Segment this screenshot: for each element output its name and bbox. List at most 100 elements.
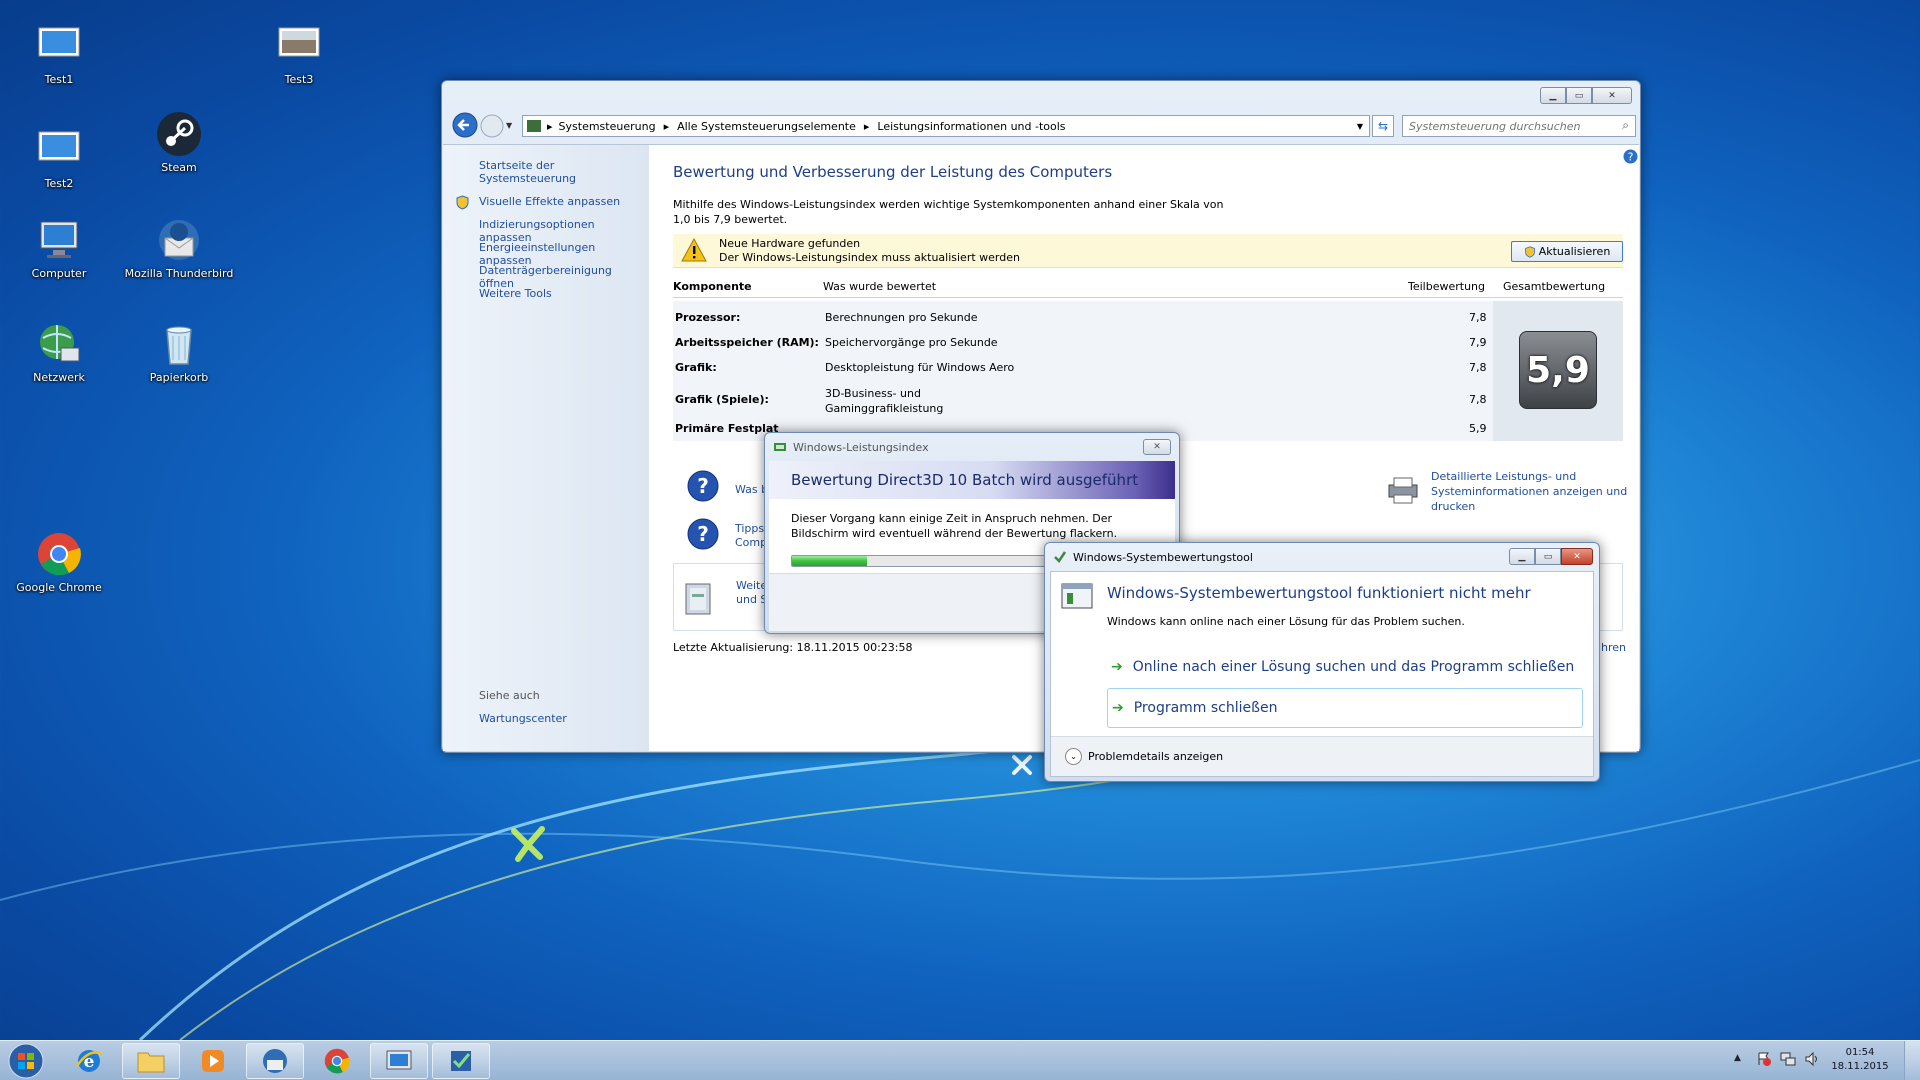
taskbar-explorer-button[interactable] — [122, 1043, 180, 1079]
crash-minimize-button[interactable]: ▁ — [1509, 548, 1535, 565]
windows-logo-icon — [8, 1043, 44, 1079]
steam-icon — [155, 110, 203, 158]
maximize-button[interactable]: ▭ — [1566, 87, 1592, 104]
desktop-icon-label: Netzwerk — [33, 371, 85, 384]
green-arrow-icon: ➔ — [1111, 659, 1123, 675]
show-hidden-icons-button[interactable]: ▲ — [1734, 1053, 1741, 1063]
option-close-label: Programm schließen — [1133, 700, 1278, 716]
base-score-badge: 5,9 — [1519, 331, 1597, 409]
desktop-icon-computer[interactable]: Computer — [4, 216, 114, 280]
network-tray-icon[interactable] — [1780, 1051, 1796, 1067]
address-bar[interactable]: ▸ Systemsteuerung ▸ Alle Systemsteuerung… — [522, 115, 1370, 137]
wei-heading: Bewertung Direct3D 10 Batch wird ausgefü… — [791, 471, 1139, 489]
refresh-icon: ⇆ — [1377, 119, 1389, 133]
search-icon[interactable]: ⌕ — [1622, 118, 1629, 133]
shield-icon — [455, 195, 470, 210]
partial-link[interactable]: hren — [1601, 641, 1626, 654]
crash-subtext: Windows kann online nach einer Lösung fü… — [1107, 615, 1465, 628]
wei-close-button[interactable]: ✕ — [1143, 439, 1171, 455]
search-input[interactable] — [1403, 116, 1603, 136]
search-box[interactable]: ⌕ — [1402, 115, 1636, 137]
desktop-icon-test3[interactable]: Test3 — [244, 22, 354, 86]
breadcrumb-performance[interactable]: Leistungsinformationen und -tools — [877, 120, 1065, 133]
desktop-icon-label: Steam — [161, 161, 197, 174]
see-also-heading: Siehe auch — [479, 689, 540, 702]
taskbar: e ▲ 01:54 18.11.2015 — [0, 1040, 1920, 1080]
folder-icon — [137, 1052, 165, 1073]
thunderbird-icon — [263, 1049, 287, 1073]
action-center-flag-icon[interactable] — [1756, 1051, 1772, 1067]
close-button[interactable]: ✕ — [1592, 87, 1632, 104]
crash-caption-buttons: ▁ ▭ ✕ — [1509, 548, 1593, 565]
back-button[interactable] — [452, 112, 478, 138]
refresh-button[interactable]: ⇆ — [1372, 115, 1394, 137]
sidebar-link-more-tools[interactable]: Weitere Tools — [479, 287, 552, 300]
assessment-tool-icon — [1053, 550, 1067, 564]
option-search-label: Online nach einer Lösung suchen und das … — [1132, 659, 1575, 675]
help-link-tips-cont[interactable]: Comp — [735, 536, 767, 549]
desktop-icon-label: Test2 — [44, 177, 74, 190]
intro-text: Mithilfe des Windows-Leistungsindex werd… — [673, 198, 1224, 226]
desktop-icon-label: Mozilla Thunderbird — [124, 267, 234, 280]
crash-footer: ⌄ Problemdetails anzeigen — [1051, 736, 1593, 776]
internet-explorer-icon: e — [75, 1050, 103, 1072]
help-icon[interactable]: ? — [1623, 149, 1638, 164]
crash-close-button[interactable]: ✕ — [1561, 548, 1593, 565]
row-rated: Speichervorgänge pro Sekunde — [825, 336, 998, 349]
update-button[interactable]: Aktualisieren — [1511, 241, 1623, 262]
show-desktop-button[interactable] — [1904, 1041, 1920, 1080]
desktop-icon-label: Google Chrome — [16, 581, 102, 594]
window-caption-buttons: ▁ ▭ ✕ — [1540, 87, 1632, 104]
volume-icon[interactable] — [1804, 1051, 1820, 1067]
question-icon: ? — [687, 470, 719, 502]
detailed-info-link[interactable]: Detaillierte Leistungs- und Systeminform… — [1431, 469, 1631, 514]
start-button[interactable] — [4, 1041, 48, 1080]
desktop-icon-test2[interactable]: Test2 — [4, 126, 114, 190]
breadcrumb-all-items[interactable]: Alle Systemsteuerungselemente — [677, 120, 856, 133]
wei-dialog-title: Windows-Leistungsindex — [793, 441, 929, 454]
sidebar: Startseite der Systemsteuerung Visuelle … — [443, 145, 649, 751]
taskbar-chrome-button[interactable] — [308, 1043, 366, 1079]
clock-date: 18.11.2015 — [1831, 1061, 1889, 1072]
problem-details-toggle[interactable]: ⌄ Problemdetails anzeigen — [1065, 748, 1223, 765]
close-program-option[interactable]: ➔ Programm schließen — [1107, 688, 1583, 728]
row-rated: Desktopleistung für Windows Aero — [825, 361, 1015, 374]
desktop-icon-recycle-bin[interactable]: Papierkorb — [124, 320, 234, 384]
warning-icon — [681, 238, 707, 262]
clock[interactable]: 01:54 18.11.2015 — [1830, 1046, 1890, 1074]
sidebar-home-link[interactable]: Startseite der Systemsteuerung — [479, 159, 649, 185]
taskbar-thunderbird-button[interactable] — [246, 1043, 304, 1079]
forward-button[interactable] — [480, 114, 504, 138]
address-dropdown-icon[interactable]: ▼ — [1357, 122, 1363, 131]
desktop-icon-network[interactable]: Netzwerk — [4, 320, 114, 384]
breadcrumb-arrow-icon: ▸ — [663, 119, 670, 133]
taskbar-assessment-button[interactable] — [432, 1043, 490, 1079]
recent-pages-dropdown[interactable]: ▼ — [506, 121, 512, 130]
more-tools-link-cont[interactable]: und S — [736, 593, 767, 606]
score-table-header: Komponente Was wurde bewertet Teilbewert… — [673, 280, 1623, 298]
taskbar-media-player-button[interactable] — [184, 1043, 242, 1079]
desktop-icon-chrome[interactable]: Google Chrome — [4, 530, 114, 594]
breadcrumb-arrow-icon: ▸ — [863, 119, 870, 133]
printer-icon — [1385, 475, 1421, 505]
row-score: 5,9 — [1469, 422, 1487, 435]
minimize-button[interactable]: ▁ — [1540, 87, 1566, 104]
search-solution-option[interactable]: ➔ Online nach einer Lösung suchen und da… — [1107, 652, 1583, 682]
sidebar-link-visual-effects[interactable]: Visuelle Effekte anpassen — [479, 195, 620, 208]
action-center-link[interactable]: Wartungscenter — [479, 712, 567, 725]
help-link-tips[interactable]: Tipps — [735, 522, 764, 535]
network-globe-icon — [35, 320, 83, 368]
wei-progress-fill — [792, 556, 867, 566]
crash-maximize-button[interactable]: ▭ — [1535, 548, 1561, 565]
taskbar-control-panel-button[interactable] — [370, 1043, 428, 1079]
wei-banner: Bewertung Direct3D 10 Batch wird ausgefü… — [769, 461, 1175, 499]
header-rated: Was wurde bewertet — [823, 280, 937, 293]
desktop-icon-thunderbird[interactable]: Mozilla Thunderbird — [124, 216, 234, 280]
desktop-icon-steam[interactable]: Steam — [124, 110, 234, 174]
more-tools-link[interactable]: Weite — [736, 579, 767, 592]
breadcrumb-systemsteuerung[interactable]: Systemsteuerung — [559, 120, 656, 133]
score-table-body: Prozessor: Berechnungen pro Sekunde 7,8 … — [673, 301, 1623, 441]
question-icon: ? — [687, 518, 719, 550]
desktop-icon-test1[interactable]: Test1 — [4, 22, 114, 86]
taskbar-ie-button[interactable]: e — [60, 1043, 118, 1079]
